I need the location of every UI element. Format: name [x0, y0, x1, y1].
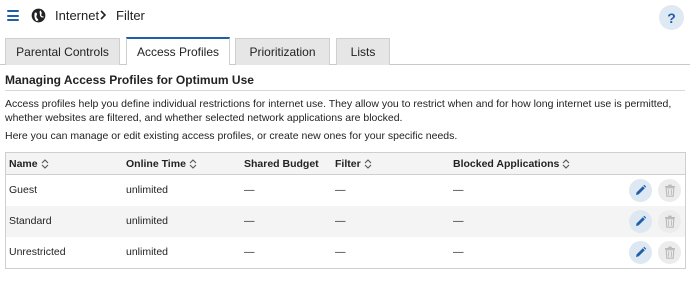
cell-blocked-applications: — [453, 215, 464, 227]
breadcrumb-internet[interactable]: Internet [55, 8, 99, 23]
edit-button[interactable] [629, 241, 652, 264]
column-header-shared-budget: Shared Budget [244, 158, 319, 170]
pencil-icon [636, 246, 647, 257]
description-text: Access profiles help you define individu… [5, 98, 672, 124]
table-row: Guest unlimited — — — [6, 175, 685, 206]
trash-icon [664, 184, 675, 197]
column-header-label: Filter [335, 158, 361, 170]
cell-shared-budget: — [244, 215, 255, 227]
table-row: Standard unlimited — — — [6, 206, 685, 237]
sort-icon [364, 159, 372, 169]
edit-button[interactable] [629, 210, 652, 233]
pencil-icon [636, 184, 647, 195]
column-header-label: Shared Budget [244, 158, 319, 170]
chevron-right-icon [100, 10, 107, 20]
cell-blocked-applications: — [453, 246, 464, 258]
delete-button [658, 179, 681, 202]
column-header-label: Name [9, 158, 38, 170]
divider [5, 90, 685, 91]
column-header-label: Online Time [126, 158, 186, 170]
trash-icon [664, 215, 675, 228]
globe-icon [31, 8, 46, 23]
top-bar: Internet Filter ? [0, 0, 690, 34]
column-header-online-time[interactable]: Online Time [126, 158, 197, 170]
cell-online-time: unlimited [126, 215, 169, 227]
delete-button [658, 210, 681, 233]
cell-filter: — [335, 184, 346, 196]
cell-shared-budget: — [244, 184, 255, 196]
access-profiles-table: Name Online Time Shared Budget Filter Bl… [5, 152, 686, 269]
tab-parental-controls[interactable]: Parental Controls [5, 38, 120, 65]
tab-access-profiles[interactable]: Access Profiles [126, 37, 230, 65]
column-header-filter[interactable]: Filter [335, 158, 372, 170]
description-text-secondary: Here you can manage or edit existing acc… [5, 130, 458, 142]
column-header-blocked-applications[interactable]: Blocked Applications [453, 158, 570, 170]
cell-filter: — [335, 215, 346, 227]
sort-icon [41, 159, 48, 169]
tab-bar: Parental Controls Access Profiles Priori… [0, 37, 690, 65]
page-title: Managing Access Profiles for Optimum Use [5, 73, 254, 87]
tab-lists[interactable]: Lists [336, 38, 390, 65]
sort-icon [189, 159, 197, 169]
cell-filter: — [335, 246, 346, 258]
hamburger-menu-icon[interactable] [7, 10, 19, 21]
cell-online-time: unlimited [126, 184, 169, 196]
column-header-label: Blocked Applications [453, 158, 560, 170]
cell-shared-budget: — [244, 246, 255, 258]
cell-online-time: unlimited [126, 246, 169, 258]
cell-name: Standard [9, 215, 52, 227]
cell-name: Unrestricted [9, 246, 66, 258]
cell-blocked-applications: — [453, 184, 464, 196]
table-row: Unrestricted unlimited — — — [6, 237, 685, 268]
edit-button[interactable] [629, 179, 652, 202]
trash-icon [664, 246, 675, 259]
delete-button [658, 241, 681, 264]
tab-prioritization[interactable]: Prioritization [235, 38, 330, 65]
column-header-name[interactable]: Name [9, 158, 49, 170]
cell-name: Guest [9, 184, 38, 196]
sort-icon [563, 159, 570, 169]
table-header: Name Online Time Shared Budget Filter Bl… [6, 153, 685, 175]
help-button[interactable]: ? [659, 5, 684, 30]
breadcrumb-filter: Filter [116, 8, 145, 23]
pencil-icon [636, 215, 647, 226]
